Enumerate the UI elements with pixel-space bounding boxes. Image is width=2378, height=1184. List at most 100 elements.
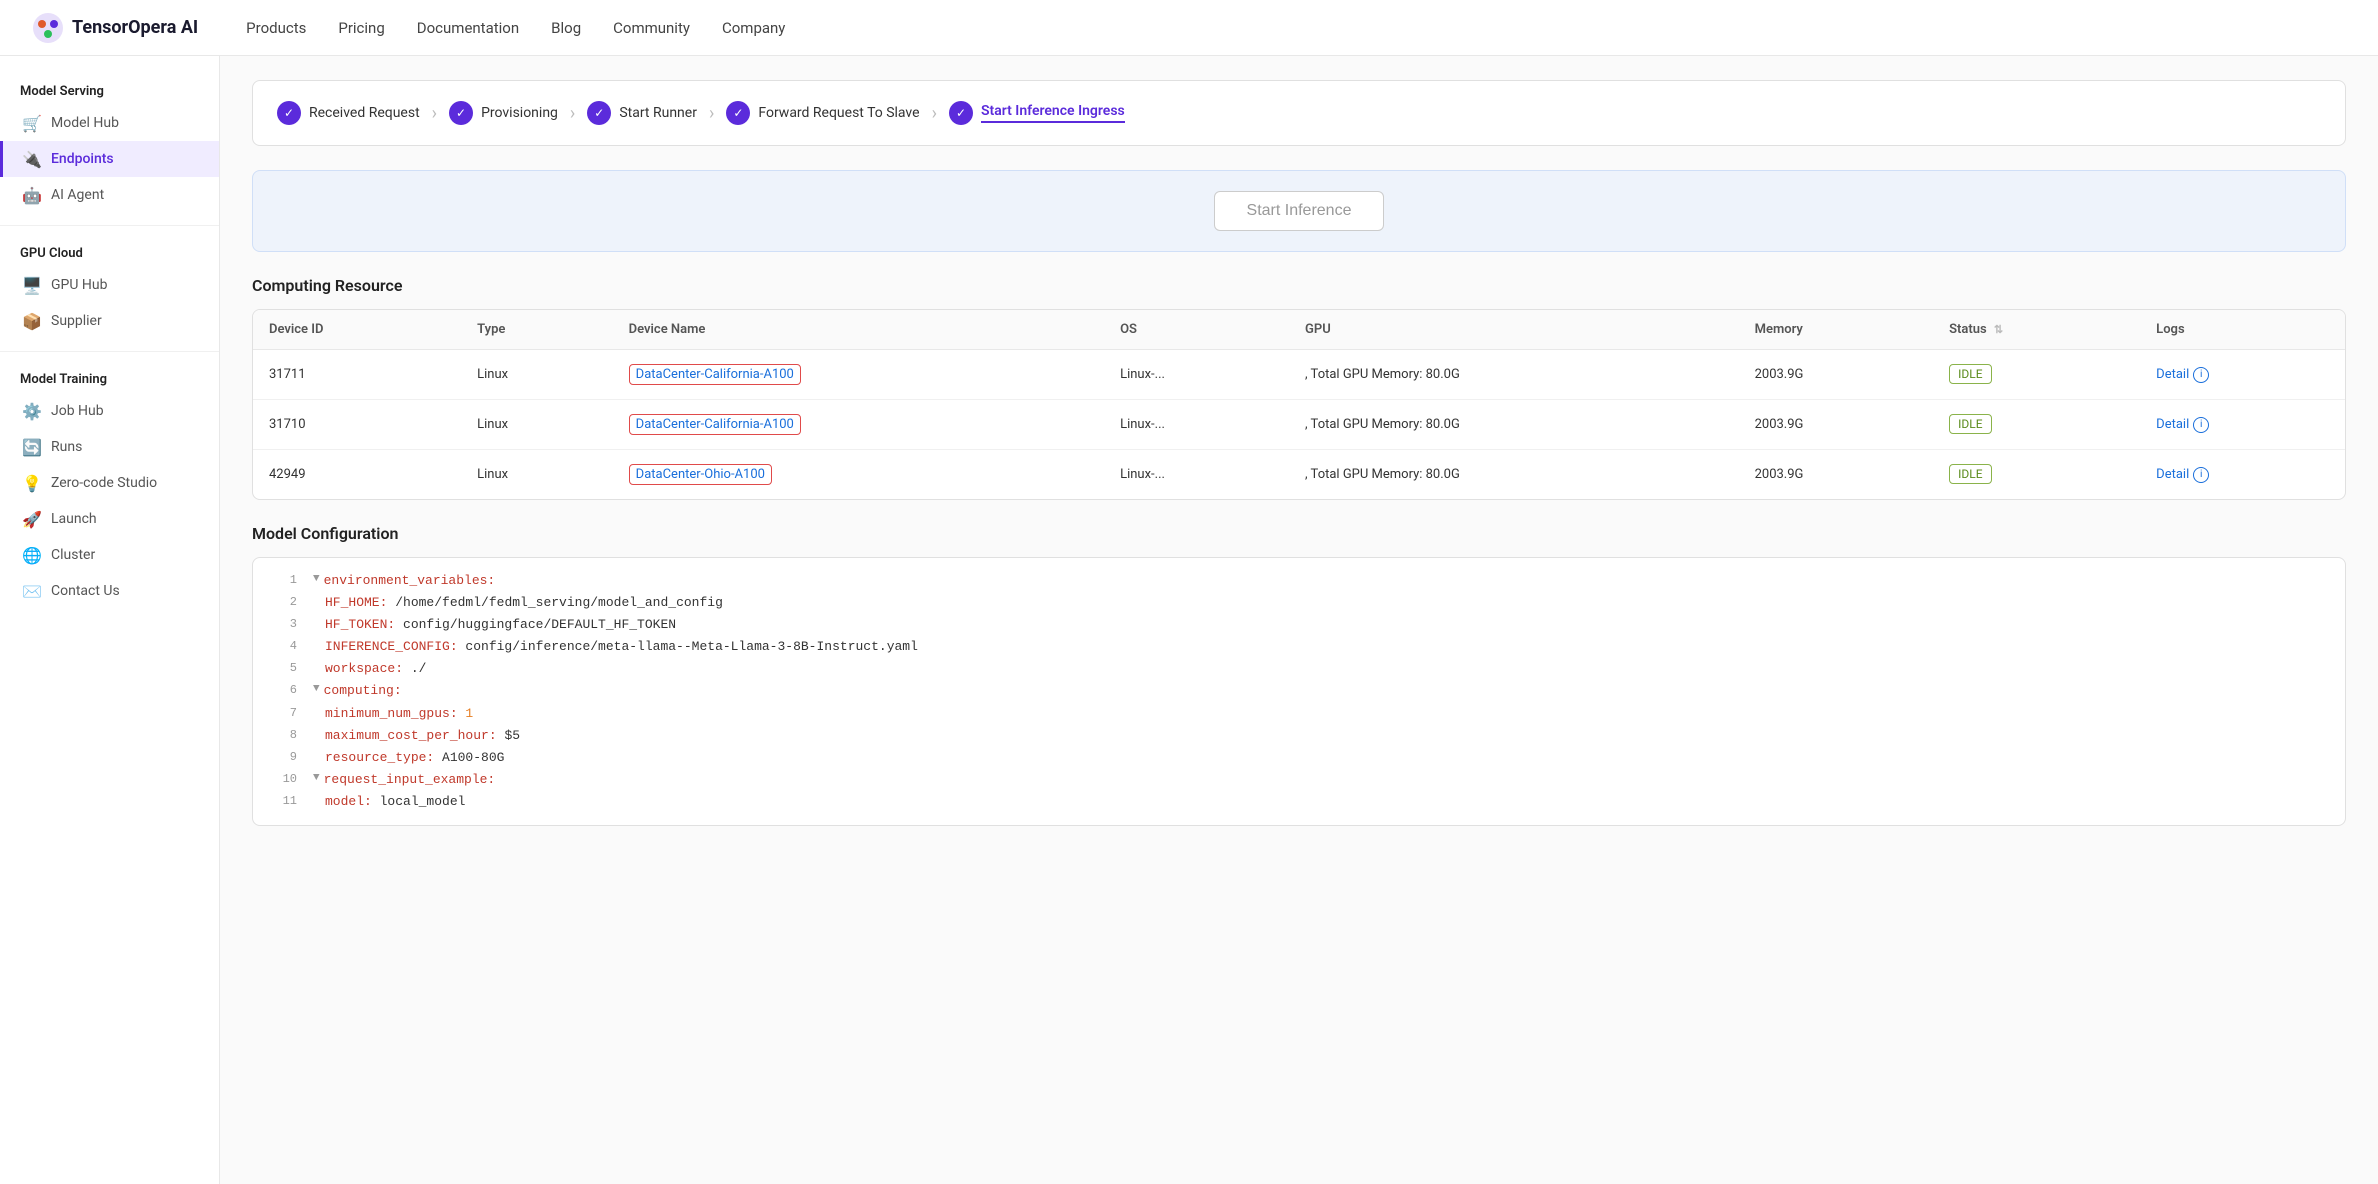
cell-memory-1: 2003.9G — [1739, 400, 1934, 450]
nav-products[interactable]: Products — [246, 15, 306, 41]
sidebar-gpu-hub-label: GPU Hub — [51, 277, 108, 293]
launch-icon: 🚀 — [23, 510, 41, 528]
status-sort-icon[interactable]: ⇅ — [1994, 323, 2003, 336]
step-start-runner: ✓ Start Runner — [587, 101, 697, 125]
sidebar-job-hub-label: Job Hub — [51, 403, 104, 419]
code-key-10: request_input_example: — [324, 772, 496, 787]
code-content-4: INFERENCE_CONFIG: config/inference/meta-… — [325, 636, 918, 658]
sidebar-item-cluster[interactable]: 🌐 Cluster — [0, 537, 219, 573]
collapse-icon-10[interactable]: ▼ — [313, 769, 320, 791]
detail-link-1[interactable]: Detail i — [2156, 417, 2329, 433]
line-num-3: 3 — [269, 614, 297, 636]
detail-link-2[interactable]: Detail i — [2156, 467, 2329, 483]
computing-resource-title: Computing Resource — [252, 276, 2346, 295]
model-configuration-section: Model Configuration 1 ▼ environment_vari… — [252, 524, 2346, 826]
model-serving-label: Model Serving — [0, 76, 219, 105]
col-device-id: Device ID — [253, 310, 461, 350]
step-inference-ingress-icon: ✓ — [949, 101, 973, 125]
step-received-request: ✓ Received Request — [277, 101, 420, 125]
nav-blog[interactable]: Blog — [551, 15, 581, 41]
table-row: 42949 Linux DataCenter-Ohio-A100 Linux-.… — [253, 450, 2345, 500]
cell-logs-1: Detail i — [2140, 400, 2345, 450]
table-body: 31711 Linux DataCenter-California-A100 L… — [253, 350, 2345, 500]
step-forward-request: ✓ Forward Request To Slave — [726, 101, 919, 125]
logo[interactable]: TensorOpera AI — [32, 12, 198, 44]
nav-company[interactable]: Company — [722, 15, 785, 41]
device-link-1[interactable]: DataCenter-California-A100 — [636, 417, 794, 432]
code-value-str-2: /home/fedml/fedml_serving/model_and_conf… — [387, 595, 722, 610]
logo-icon — [32, 12, 64, 44]
line-num-5: 5 — [269, 658, 297, 680]
sidebar-zero-code-label: Zero-code Studio — [51, 475, 157, 491]
cell-gpu-1: , Total GPU Memory: 80.0G — [1289, 400, 1739, 450]
code-mixed-key-8: maximum_cost_per_hour: — [325, 728, 497, 743]
step-start-runner-icon: ✓ — [587, 101, 611, 125]
code-mixed-key-4: INFERENCE_CONFIG: — [325, 639, 458, 654]
code-mixed-key-7: minimum_num_gpus: — [325, 706, 458, 721]
line-num-6: 6 — [269, 680, 297, 702]
header: TensorOpera AI Products Pricing Document… — [0, 0, 2378, 56]
nav-documentation[interactable]: Documentation — [417, 15, 519, 41]
collapse-icon-1[interactable]: ▼ — [313, 570, 320, 592]
computing-resource-table-wrapper: Device ID Type Device Name OS GPU Memory… — [252, 309, 2346, 500]
code-mixed-key-9: resource_type: — [325, 750, 434, 765]
sidebar-item-runs[interactable]: 🔄 Runs — [0, 429, 219, 465]
col-os: OS — [1104, 310, 1289, 350]
col-memory: Memory — [1739, 310, 1934, 350]
step-arrow-3: › — [709, 103, 714, 124]
code-line-1: 1 ▼ environment_variables: — [253, 570, 2345, 592]
main-nav: Products Pricing Documentation Blog Comm… — [246, 15, 785, 41]
sidebar-divider-2 — [0, 351, 219, 352]
model-configuration-title: Model Configuration — [252, 524, 2346, 543]
line-num-11: 11 — [269, 791, 297, 813]
sidebar-item-launch[interactable]: 🚀 Launch — [0, 501, 219, 537]
detail-link-0[interactable]: Detail i — [2156, 367, 2329, 383]
sidebar-contact-label: Contact Us — [51, 583, 120, 599]
collapse-icon-6[interactable]: ▼ — [313, 680, 320, 702]
table-row: 31711 Linux DataCenter-California-A100 L… — [253, 350, 2345, 400]
sidebar-item-job-hub[interactable]: ⚙️ Job Hub — [0, 393, 219, 429]
cell-memory-0: 2003.9G — [1739, 350, 1934, 400]
sidebar-item-model-hub[interactable]: 🛒 Model Hub — [0, 105, 219, 141]
device-link-2[interactable]: DataCenter-Ohio-A100 — [636, 467, 765, 482]
sidebar-item-ai-agent[interactable]: 🤖 AI Agent — [0, 177, 219, 213]
sidebar-item-supplier[interactable]: 📦 Supplier — [0, 303, 219, 339]
code-line-9: 9 resource_type: A100-80G — [253, 747, 2345, 769]
steps-container: ✓ Received Request › ✓ Provisioning › ✓ … — [252, 80, 2346, 146]
code-content-9: resource_type: A100-80G — [325, 747, 504, 769]
sidebar-endpoints-label: Endpoints — [51, 151, 114, 167]
device-link-0[interactable]: DataCenter-California-A100 — [636, 367, 794, 382]
collapse-placeholder-9 — [313, 747, 325, 769]
code-line-2: 2 HF_HOME: /home/fedml/fedml_serving/mod… — [253, 592, 2345, 614]
collapse-placeholder-3 — [313, 614, 325, 636]
sidebar-item-gpu-hub[interactable]: 🖥️ GPU Hub — [0, 267, 219, 303]
code-content-6: computing: — [324, 680, 402, 702]
sidebar-item-zero-code[interactable]: 💡 Zero-code Studio — [0, 465, 219, 501]
detail-info-icon-0: i — [2193, 367, 2209, 383]
supplier-icon: 📦 — [23, 312, 41, 330]
device-name-link-0[interactable]: DataCenter-California-A100 — [629, 364, 801, 385]
sidebar-item-contact[interactable]: ✉️ Contact Us — [0, 573, 219, 609]
nav-community[interactable]: Community — [613, 15, 690, 41]
device-name-link-2[interactable]: DataCenter-Ohio-A100 — [629, 464, 772, 485]
code-value-str-3: config/huggingface/DEFAULT_HF_TOKEN — [395, 617, 676, 632]
runs-icon: 🔄 — [23, 438, 41, 456]
sidebar-item-endpoints[interactable]: 🔌 Endpoints — [0, 141, 219, 177]
start-inference-button[interactable]: Start Inference — [1214, 191, 1385, 231]
code-mixed-key-11: model: — [325, 794, 372, 809]
code-content-3: HF_TOKEN: config/huggingface/DEFAULT_HF_… — [325, 614, 676, 636]
nav-pricing[interactable]: Pricing — [338, 15, 384, 41]
table-header: Device ID Type Device Name OS GPU Memory… — [253, 310, 2345, 350]
model-hub-icon: 🛒 — [23, 114, 41, 132]
step-arrow-1: › — [432, 103, 437, 124]
code-mixed-key-3: HF_TOKEN: — [325, 617, 395, 632]
code-value-str-9: A100-80G — [434, 750, 504, 765]
cell-device-name-2: DataCenter-Ohio-A100 — [613, 450, 1104, 500]
step-inference-ingress: ✓ Start Inference Ingress — [949, 101, 1125, 125]
step-received-request-label: Received Request — [309, 105, 420, 121]
cell-logs-0: Detail i — [2140, 350, 2345, 400]
device-name-link-1[interactable]: DataCenter-California-A100 — [629, 414, 801, 435]
col-status: Status ⇅ — [1933, 310, 2140, 350]
code-container: 1 ▼ environment_variables: 2 HF_HOME: /h… — [252, 557, 2346, 826]
sidebar-supplier-label: Supplier — [51, 313, 102, 329]
